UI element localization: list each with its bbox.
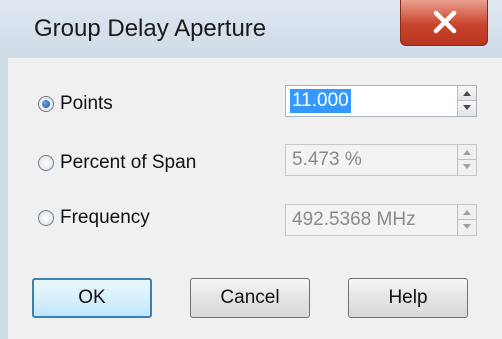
- arrow-up-icon: [463, 91, 471, 96]
- frequency-spinner[interactable]: [457, 205, 476, 235]
- close-button[interactable]: [400, 0, 488, 46]
- radio-frequency[interactable]: Frequency: [38, 207, 150, 229]
- percent-field[interactable]: [285, 144, 477, 176]
- points-spin-down[interactable]: [458, 101, 476, 116]
- ok-button[interactable]: OK: [32, 278, 152, 318]
- radio-frequency-label: Frequency: [60, 207, 150, 228]
- percent-spin-down[interactable]: [458, 160, 476, 175]
- arrow-down-icon: [463, 164, 471, 169]
- percent-spin-up[interactable]: [458, 145, 476, 160]
- points-spin-up[interactable]: [458, 86, 476, 101]
- percent-input[interactable]: [286, 145, 458, 175]
- radio-points[interactable]: Points: [38, 93, 113, 115]
- points-spinner[interactable]: [457, 86, 476, 116]
- arrow-up-icon: [463, 150, 471, 155]
- dialog-title: Group Delay Aperture: [34, 15, 267, 42]
- cancel-button[interactable]: Cancel: [190, 278, 310, 318]
- title-bar: Group Delay Aperture: [0, 0, 502, 59]
- close-icon: [433, 10, 457, 34]
- points-field[interactable]: 11.000: [285, 85, 477, 117]
- arrow-up-icon: [463, 210, 471, 215]
- frequency-field[interactable]: [285, 204, 477, 236]
- percent-spinner[interactable]: [457, 145, 476, 175]
- arrow-down-icon: [463, 224, 471, 229]
- arrow-down-icon: [463, 105, 471, 110]
- radio-percent-label: Percent of Span: [60, 152, 197, 173]
- radio-percent-of-span[interactable]: Percent of Span: [38, 152, 196, 174]
- radio-points-label: Points: [60, 93, 113, 114]
- frequency-input[interactable]: [286, 205, 458, 235]
- help-button[interactable]: Help: [348, 278, 468, 318]
- dialog-body: Points 11.000 Percent of Span 5.473 % Fr…: [0, 58, 502, 339]
- frequency-spin-down[interactable]: [458, 220, 476, 235]
- points-value: 11.000: [290, 89, 351, 113]
- radio-percent-indicator[interactable]: [38, 155, 54, 171]
- radio-points-indicator[interactable]: [38, 96, 54, 112]
- radio-frequency-indicator[interactable]: [38, 210, 54, 226]
- frequency-spin-up[interactable]: [458, 205, 476, 220]
